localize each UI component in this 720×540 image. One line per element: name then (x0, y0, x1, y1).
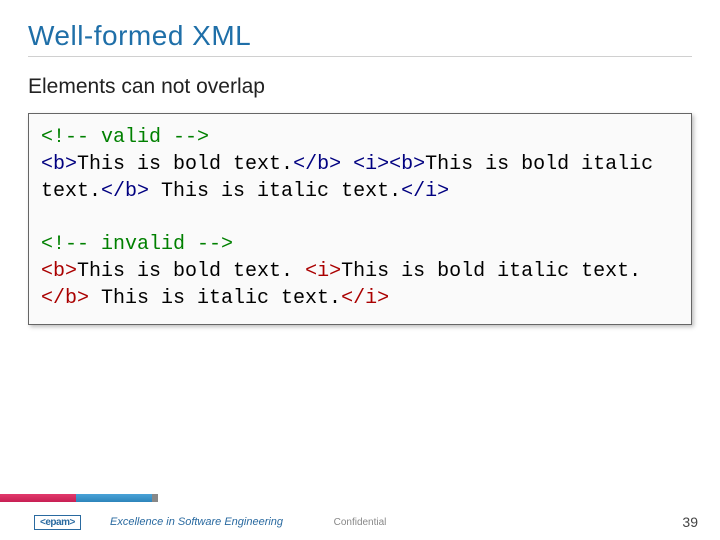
code-text: This is italic text. (149, 180, 401, 203)
comment-delim: --> (161, 126, 209, 149)
footer-tagline: Excellence in Software Engineering (110, 516, 283, 528)
tag-b-close: </b> (101, 180, 149, 203)
tag-b-close-bad: </b> (41, 287, 89, 310)
tag-i-open-bad: <i> (305, 260, 341, 283)
slide: Well-formed XML Elements can not overlap… (0, 0, 720, 540)
tag-i-close: </i> (401, 180, 449, 203)
comment-delim: <!-- (41, 126, 101, 149)
tag-b-open: <b> (389, 153, 425, 176)
epam-logo: <epam> (34, 515, 81, 530)
code-valid-example: <b>This is bold text.</b> <i><b>This is … (41, 151, 679, 205)
slide-title: Well-formed XML (28, 20, 692, 52)
page-number: 39 (682, 514, 698, 530)
comment-text: valid (101, 126, 161, 149)
code-text: This is bold italic text. (341, 260, 641, 283)
code-text: This is bold text. (77, 260, 305, 283)
footer-confidential: Confidential (334, 517, 387, 528)
tag-i-open: <i> (353, 153, 389, 176)
logo-text: <epam> (34, 515, 81, 530)
code-example-box: <!-- valid --> <b>This is bold text.</b>… (28, 113, 692, 325)
code-comment-valid: <!-- valid --> (41, 124, 679, 151)
code-invalid-example: <b>This is bold text. <i>This is bold it… (41, 258, 679, 312)
tag-i-close-bad: </i> (341, 287, 389, 310)
tag-b-open: <b> (41, 153, 77, 176)
tag-b-close: </b> (293, 153, 341, 176)
comment-delim: --> (185, 233, 233, 256)
slide-subtitle: Elements can not overlap (28, 75, 692, 99)
code-comment-invalid: <!-- invalid --> (41, 231, 679, 258)
code-text: This is italic text. (89, 287, 341, 310)
code-text (341, 153, 353, 176)
comment-text: invalid (101, 233, 185, 256)
code-blank-line (41, 205, 679, 231)
title-divider (28, 56, 692, 57)
footer-colorbar (0, 494, 158, 502)
code-text: This is bold text. (77, 153, 293, 176)
tag-b-open-bad: <b> (41, 260, 77, 283)
slide-footer: <epam> Excellence in Software Engineerin… (0, 492, 720, 540)
comment-delim: <!-- (41, 233, 101, 256)
